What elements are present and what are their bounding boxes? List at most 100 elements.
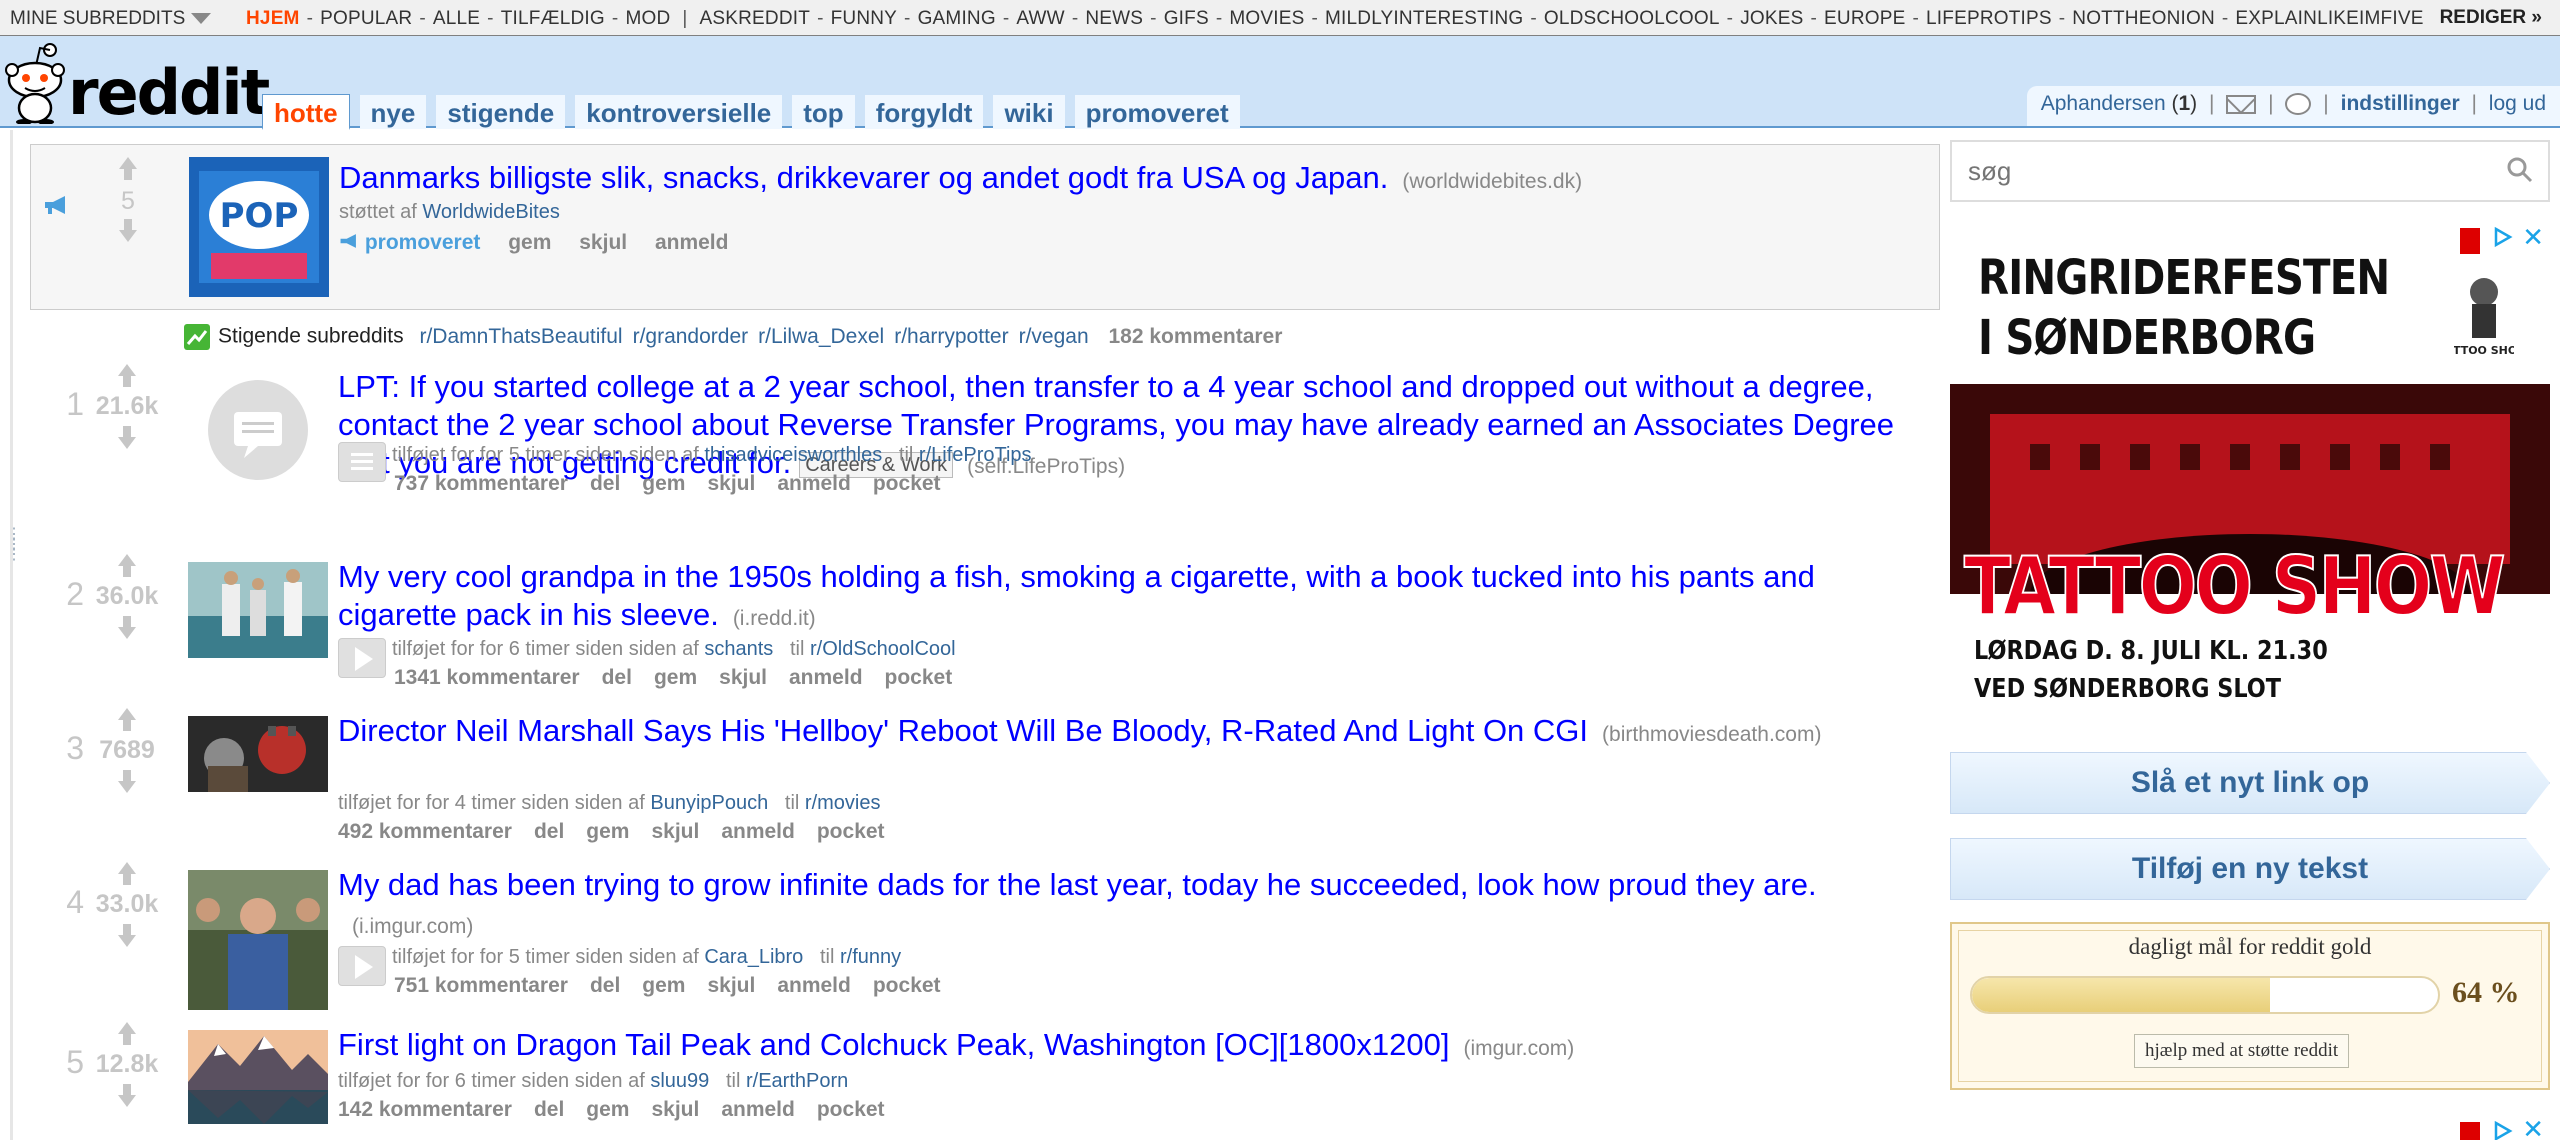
subreddit-link-gaming[interactable]: GAMING [918,8,996,29]
upvote-arrow-icon[interactable] [112,554,142,582]
post-author-link[interactable]: sluu99 [650,1070,709,1092]
report-button[interactable]: anmeld [777,472,851,495]
reddit-alien-logo-icon[interactable] [4,42,66,124]
post-title-text[interactable]: Danmarks billigste slik, snacks, drikkev… [339,160,1388,195]
save-button[interactable]: gem [642,472,685,495]
subreddit-link-alle[interactable]: ALLE [433,8,480,29]
tab-5[interactable]: forgyldt [864,95,984,129]
post-domain[interactable]: (imgur.com) [1463,1037,1574,1060]
trending-comments-link[interactable]: 182 kommentarer [1108,325,1282,348]
submit-text-button[interactable]: Tilføj en ny tekst [1950,838,2550,900]
hide-button[interactable]: skjul [707,974,755,997]
chat-alien-icon[interactable] [2285,93,2312,116]
post-domain[interactable]: (worldwidebites.dk) [1402,170,1582,193]
downvote-arrow-icon[interactable] [112,1084,142,1112]
my-subreddits-dropdown[interactable]: MINE SUBREDDITS [10,8,212,30]
post-comments-link[interactable]: 142 kommentarer [338,1098,512,1121]
subreddit-link-hjem[interactable]: HJEM [246,8,300,29]
upvote-arrow-icon[interactable] [112,1022,142,1050]
share-button[interactable]: del [590,472,620,495]
share-button[interactable]: del [602,666,632,689]
post-subreddit-link[interactable]: r/OldSchoolCool [810,638,956,660]
post-title-text[interactable]: My very cool grandpa in the 1950s holdin… [338,559,1815,632]
post-thumbnail[interactable] [188,370,328,495]
report-button[interactable]: anmeld [721,1098,795,1121]
post-thumbnail[interactable] [188,1030,328,1129]
post-subreddit-link[interactable]: r/LifeProTips [919,444,1032,466]
tab-4[interactable]: top [792,95,855,129]
submit-link-button[interactable]: Slå et nyt link op [1950,752,2550,814]
upvote-arrow-icon[interactable] [112,862,142,890]
pocket-button[interactable]: pocket [817,820,885,843]
post-thumbnail[interactable] [188,870,328,1015]
trending-subreddit-link[interactable]: r/Lilwa_Dexel [758,325,884,348]
tab-3[interactable]: kontroversielle [575,95,783,129]
username-link[interactable]: Aphandersen [2041,92,2166,115]
post-author-link[interactable]: Cara_Libro [704,946,803,968]
subreddit-link-mildlyinteresting[interactable]: MILDLYINTERESTING [1325,8,1523,29]
report-button[interactable]: anmeld [655,231,729,254]
subreddit-link-movies[interactable]: MOVIES [1229,8,1304,29]
post-author-link[interactable]: schants [704,638,773,660]
save-button[interactable]: gem [586,820,629,843]
post-domain[interactable]: (i.redd.it) [733,607,816,630]
subreddit-link-news[interactable]: NEWS [1085,8,1143,29]
post-comments-link[interactable]: 492 kommentarer [338,820,512,843]
post-domain[interactable]: (i.imgur.com) [352,915,473,938]
downvote-arrow-icon[interactable] [112,924,142,952]
hide-button[interactable]: skjul [719,666,767,689]
subreddit-link-explainlikeimfive[interactable]: EXPLAINLIKEIMFIVE [2235,8,2423,29]
expand-video-icon[interactable] [338,946,386,986]
post-comments-link[interactable]: 737 kommentarer [394,472,568,495]
hide-button[interactable]: skjul [651,820,699,843]
post-subreddit-link[interactable]: r/movies [805,792,881,814]
tab-6[interactable]: wiki [993,95,1065,129]
hide-button[interactable]: skjul [579,231,627,254]
subreddit-link-jokes[interactable]: JOKES [1740,8,1803,29]
post-title-text[interactable]: My dad has been trying to grow infinite … [338,867,1817,902]
subreddit-link-lifeprotips[interactable]: LIFEPROTIPS [1926,8,2052,29]
search-icon[interactable] [2506,156,2534,184]
save-button[interactable]: gem [508,231,551,254]
upvote-arrow-icon[interactable] [112,364,142,392]
downvote-arrow-icon[interactable] [112,616,142,644]
subreddit-link-funny[interactable]: FUNNY [831,8,897,29]
tab-0[interactable]: hotte [262,94,350,130]
hide-button[interactable]: skjul [707,472,755,495]
post-domain[interactable]: (birthmoviesdeath.com) [1602,723,1821,746]
post-comments-link[interactable]: 751 kommentarer [394,974,568,997]
report-button[interactable]: anmeld [777,974,851,997]
sponsor-link[interactable]: WorldwideBites [422,201,559,223]
subreddit-link-gifs[interactable]: GIFS [1164,8,1209,29]
reddit-wordmark[interactable]: reddit [68,56,270,129]
downvote-arrow-icon[interactable] [112,770,142,798]
report-button[interactable]: anmeld [789,666,863,689]
subreddit-link-popular[interactable]: POPULAR [320,8,412,29]
downvote-arrow-icon[interactable] [113,219,143,247]
upvote-arrow-icon[interactable] [113,157,143,185]
adchoices-icon[interactable] [2492,226,2514,248]
pocket-button[interactable]: pocket [873,472,941,495]
search-input[interactable] [1952,142,2472,200]
tab-1[interactable]: nye [359,95,427,129]
trending-subreddit-link[interactable]: r/vegan [1019,325,1089,348]
pocket-button[interactable]: pocket [885,666,953,689]
save-button[interactable]: gem [642,974,685,997]
save-button[interactable]: gem [654,666,697,689]
close-icon[interactable]: ✕ [2522,1114,2544,1140]
expand-text-icon[interactable] [338,442,386,482]
post-thumbnail[interactable] [188,716,328,797]
hide-button[interactable]: skjul [651,1098,699,1121]
preferences-link[interactable]: indstillinger [2341,92,2460,115]
advertisement-2[interactable]: ✕ [1950,1110,2550,1140]
post-title[interactable]: Danmarks billigste slik, snacks, drikkev… [339,159,1939,201]
subreddit-link-tilfældig[interactable]: TILFÆLDIG [501,8,605,29]
close-icon[interactable]: ✕ [2522,222,2544,253]
post-author-link[interactable]: thisadviceisworthles [704,444,882,466]
expand-video-icon[interactable] [338,638,386,678]
downvote-arrow-icon[interactable] [112,426,142,454]
share-button[interactable]: del [534,1098,564,1121]
advertisement[interactable]: ✕ RINGRIDERFESTENI SØNDERBORG TATTOO SHO… [1950,222,2550,716]
pocket-button[interactable]: pocket [873,974,941,997]
edit-subreddits-button[interactable]: REDIGER » [2425,5,2546,31]
